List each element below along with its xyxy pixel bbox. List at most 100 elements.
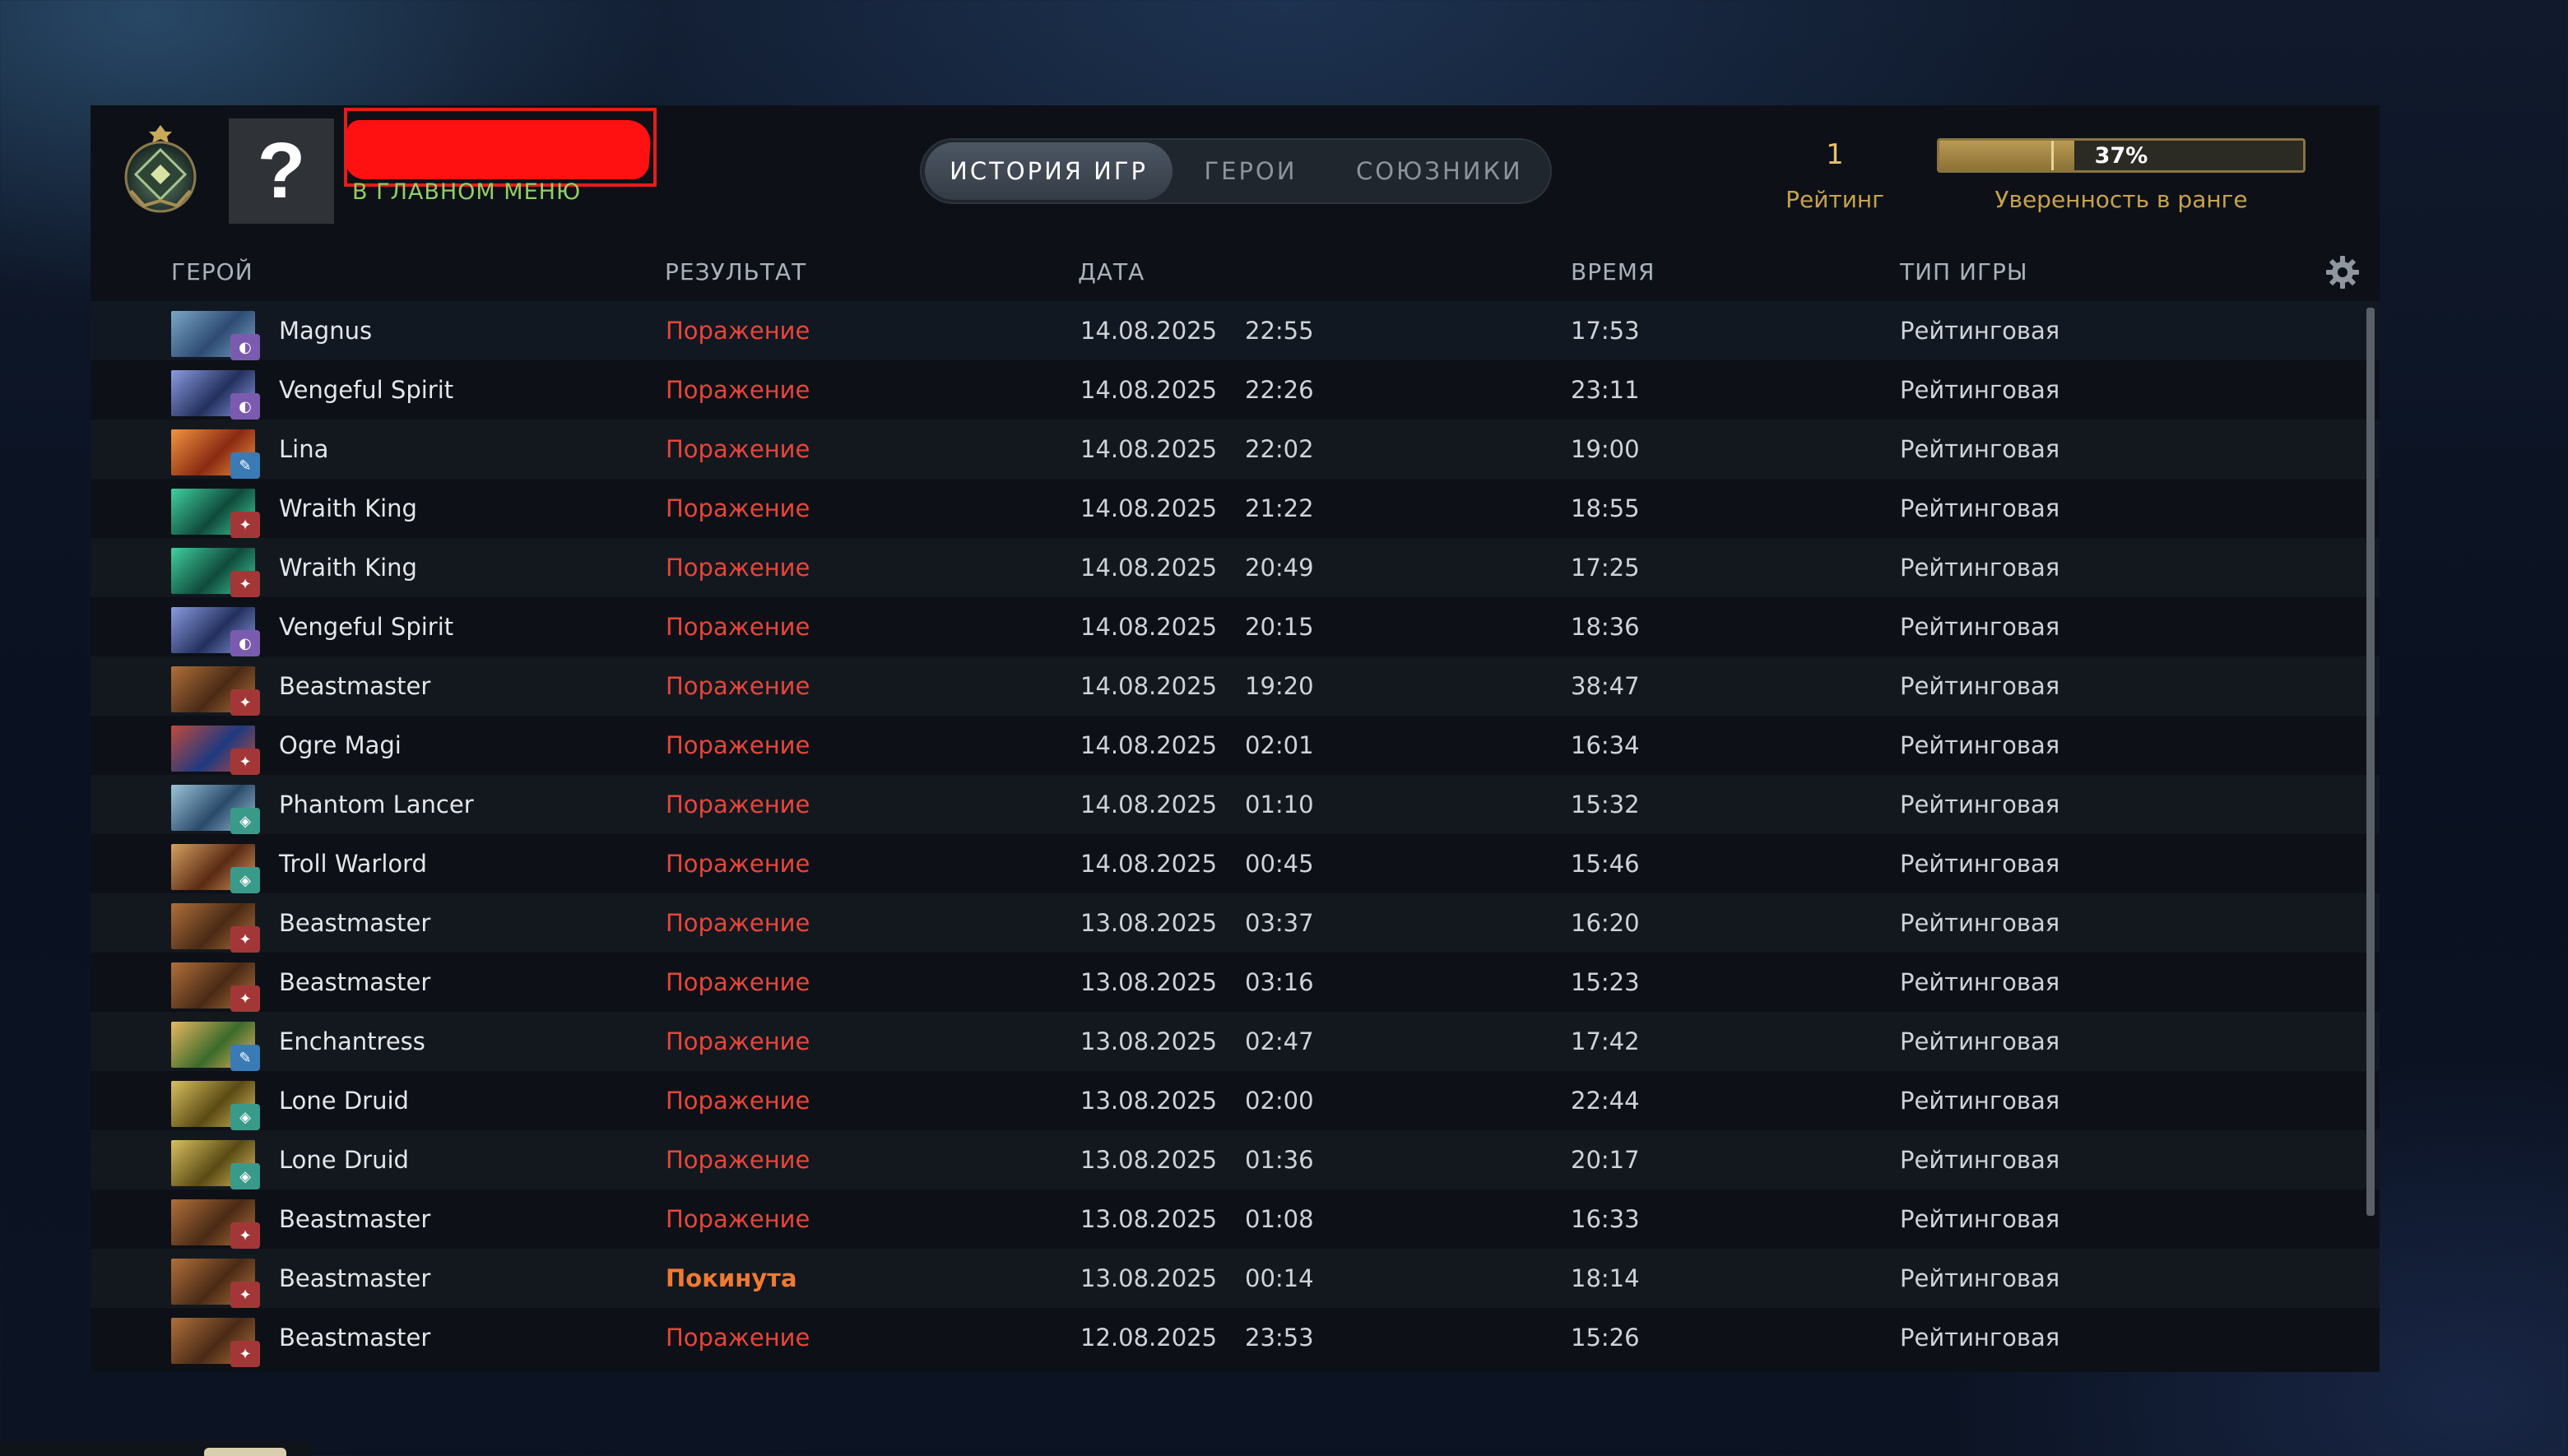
match-start-time: 03:37	[1245, 909, 1314, 937]
table-row[interactable]: ✦ Beastmaster Покинута 13.08.2025 00:14 18:14…	[91, 1249, 2380, 1308]
column-header-hero[interactable]: ГЕРОЙ	[171, 258, 253, 285]
match-date: 13.08.2025	[1080, 909, 1218, 937]
scrollbar[interactable]	[2366, 308, 2375, 1216]
match-duration: 20:17	[1571, 1146, 1640, 1174]
match-date: 14.08.2025	[1080, 435, 1218, 463]
gear-icon[interactable]	[2325, 255, 2360, 290]
column-header-date[interactable]: ДАТА	[1078, 258, 1145, 285]
agility-attribute-icon: ◈	[230, 808, 260, 834]
table-row[interactable]: ✎ Enchantress Поражение 13.08.2025 02:47 17:4…	[91, 1012, 2380, 1071]
match-date: 14.08.2025	[1080, 317, 1218, 345]
match-result: Поражение	[666, 376, 810, 404]
match-result: Поражение	[666, 968, 810, 996]
avatar[interactable]: ?	[229, 118, 334, 224]
match-date: 14.08.2025	[1080, 791, 1218, 818]
strength-attribute-icon: ✦	[230, 512, 260, 538]
game-type: Рейтинговая	[1900, 317, 2060, 345]
table-row[interactable]: ◈ Lone Druid Поражение 13.08.2025 01:36 20:17…	[91, 1130, 2380, 1189]
match-duration: 15:26	[1571, 1324, 1640, 1352]
game-type: Рейтинговая	[1900, 1324, 2060, 1352]
tab-match-history[interactable]: ИСТОРИЯ ИГР	[925, 142, 1173, 200]
rank-confidence-bar: 37%	[1937, 138, 2306, 173]
table-row[interactable]: ✦ Beastmaster Поражение 14.08.2025 19:20 38:4…	[91, 656, 2380, 716]
table-row[interactable]: ✦ Beastmaster Поражение 12.08.2025 23:53 15:2…	[91, 1308, 2380, 1367]
table-row[interactable]: ✦ Ogre Magi Поражение 14.08.2025 02:01 16:34 Р…	[91, 716, 2380, 775]
game-type: Рейтинговая	[1900, 909, 2060, 937]
match-duration: 15:46	[1571, 850, 1640, 878]
match-duration: 17:53	[1571, 317, 1640, 345]
hero-name: Vengeful Spirit	[279, 376, 454, 404]
match-date: 14.08.2025	[1080, 672, 1218, 700]
match-start-time: 22:02	[1245, 435, 1314, 463]
table-row[interactable]: ✦ Beastmaster Поражение 13.08.2025 01:08 16:3…	[91, 1189, 2380, 1249]
match-date: 14.08.2025	[1080, 494, 1218, 522]
rating-value: 1	[1826, 138, 1844, 171]
match-date: 13.08.2025	[1080, 968, 1218, 996]
match-start-time: 23:53	[1245, 1324, 1314, 1352]
match-date: 14.08.2025	[1080, 376, 1218, 404]
game-type: Рейтинговая	[1900, 672, 2060, 700]
match-date: 13.08.2025	[1080, 1027, 1218, 1055]
match-result: Поражение	[666, 672, 810, 700]
strength-attribute-icon: ✦	[230, 571, 260, 597]
hero-name: Beastmaster	[279, 909, 431, 937]
match-start-time: 21:22	[1245, 494, 1314, 522]
strength-attribute-icon: ✦	[230, 1282, 260, 1308]
game-type: Рейтинговая	[1900, 494, 2060, 522]
table-row[interactable]: ◈ Troll Warlord Поражение 14.08.2025 00:45 15…	[91, 834, 2380, 893]
tab-heroes[interactable]: ГЕРОИ	[1173, 142, 1329, 200]
match-start-time: 22:26	[1245, 376, 1314, 404]
match-result: Поражение	[666, 1027, 810, 1055]
hero-name: Ogre Magi	[279, 731, 402, 759]
table-row[interactable]: ◐ Vengeful Spirit Поражение 14.08.2025 22:26…	[91, 360, 2380, 420]
match-start-time: 02:47	[1245, 1027, 1314, 1055]
agility-attribute-icon: ◈	[230, 1104, 260, 1130]
hero-name: Wraith King	[279, 554, 417, 582]
match-duration: 16:20	[1571, 909, 1640, 937]
match-list: ◐ Magnus Поражение 14.08.2025 22:55 17:53 Рейт…	[91, 301, 2380, 1367]
match-start-time: 00:14	[1245, 1264, 1314, 1292]
hero-name: Magnus	[279, 317, 373, 345]
match-result: Поражение	[666, 613, 810, 641]
column-header-game-type[interactable]: ТИП ИГРЫ	[1900, 258, 2028, 285]
table-row[interactable]: ◈ Lone Druid Поражение 13.08.2025 02:00 22:44…	[91, 1071, 2380, 1130]
strength-attribute-icon: ✦	[230, 749, 260, 775]
table-row[interactable]: ◈ Phantom Lancer Поражение 14.08.2025 01:10 1…	[91, 775, 2380, 834]
rating-label: Рейтинг	[1786, 186, 1884, 213]
tab-allies[interactable]: СОЮЗНИКИ	[1329, 142, 1550, 200]
hero-name: Beastmaster	[279, 968, 431, 996]
match-start-time: 03:16	[1245, 968, 1314, 996]
game-type: Рейтинговая	[1900, 968, 2060, 996]
hero-name: Lone Druid	[279, 1087, 409, 1115]
table-row[interactable]: ◐ Magnus Поражение 14.08.2025 22:55 17:53 Рейт…	[91, 301, 2380, 360]
hero-name: Phantom Lancer	[279, 791, 474, 818]
match-duration: 23:11	[1571, 376, 1640, 404]
match-result: Поражение	[666, 850, 810, 878]
table-row[interactable]: ✦ Wraith King Поражение 14.08.2025 20:49 17:2…	[91, 538, 2380, 597]
match-duration: 19:00	[1571, 435, 1640, 463]
column-header-duration[interactable]: ВРЕМЯ	[1571, 258, 1655, 285]
match-start-time: 20:15	[1245, 613, 1314, 641]
table-row[interactable]: ✦ Beastmaster Поражение 13.08.2025 03:16 15:2…	[91, 953, 2380, 1012]
table-row[interactable]: ✦ Beastmaster Поражение 13.08.2025 03:37 16:2…	[91, 893, 2380, 953]
agility-attribute-icon: ◈	[230, 867, 260, 893]
game-type: Рейтинговая	[1900, 1087, 2060, 1115]
match-start-time: 01:08	[1245, 1205, 1314, 1233]
match-duration: 16:33	[1571, 1205, 1640, 1233]
column-header-result[interactable]: РЕЗУЛЬТАТ	[665, 258, 806, 285]
game-type: Рейтинговая	[1900, 1027, 2060, 1055]
hero-name: Lina	[279, 435, 329, 463]
bottom-bar-button[interactable]	[204, 1448, 286, 1456]
intelligence-attribute-icon: ✎	[230, 1045, 260, 1071]
match-date: 13.08.2025	[1080, 1087, 1218, 1115]
table-row[interactable]: ✦ Wraith King Поражение 14.08.2025 21:22 18:5…	[91, 479, 2380, 538]
match-duration: 15:32	[1571, 791, 1640, 818]
match-result: Поражение	[666, 317, 810, 345]
match-result: Поражение	[666, 1205, 810, 1233]
match-date: 14.08.2025	[1080, 613, 1218, 641]
match-duration: 38:47	[1571, 672, 1640, 700]
table-row[interactable]: ◐ Vengeful Spirit Поражение 14.08.2025 20:15…	[91, 597, 2380, 656]
table-row[interactable]: ✎ Lina Поражение 14.08.2025 22:02 19:00 Рейтин…	[91, 420, 2380, 479]
game-type: Рейтинговая	[1900, 613, 2060, 641]
match-duration: 18:36	[1571, 613, 1640, 641]
